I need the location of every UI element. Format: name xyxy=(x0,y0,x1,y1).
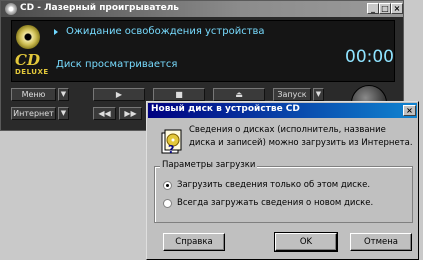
disc-status-text: Диск просматривается xyxy=(56,59,178,70)
minimize-button[interactable]: _ xyxy=(367,3,379,14)
group-label: Параметры загрузки xyxy=(160,160,258,170)
play-button[interactable]: ▶ xyxy=(93,88,145,101)
radio-option-always[interactable]: Всегда загружать сведения о новом диске. xyxy=(163,197,373,209)
close-button[interactable]: × xyxy=(391,3,403,14)
radio-label: Всегда загружать сведения о новом диске. xyxy=(177,198,374,208)
cd-app-icon xyxy=(5,3,17,15)
device-status-text: Ожидание освобождения устройства xyxy=(66,26,265,37)
help-button[interactable]: Справка xyxy=(163,233,225,251)
radio-button-checked[interactable] xyxy=(163,180,172,190)
cd-deluxe-logo: CD DELUXE xyxy=(15,51,49,79)
cd-disc-icon xyxy=(16,25,40,49)
radio-option-this-disc[interactable]: Загрузить сведения только об этом диске. xyxy=(163,179,370,191)
time-display: 00:00 xyxy=(345,47,394,67)
dialog-close-button[interactable]: × xyxy=(403,105,416,116)
player-display: CD DELUXE Ожидание освобождения устройст… xyxy=(11,20,395,82)
download-options-group: Параметры загрузки Загрузить сведения то… xyxy=(154,160,413,223)
options-button[interactable]: Запуск xyxy=(273,88,311,101)
dialog-message: Сведения о дисках (исполнитель, название… xyxy=(189,125,413,148)
svg-text:?: ? xyxy=(168,143,174,155)
options-dropdown-button[interactable]: ▼ xyxy=(313,88,324,101)
radio-button[interactable] xyxy=(163,198,172,208)
logo-cd-text: CD xyxy=(15,51,40,69)
eject-button[interactable]: ⏏ xyxy=(213,88,265,101)
menu-button[interactable]: Меню xyxy=(11,88,56,101)
internet-dropdown-button[interactable]: ▼ xyxy=(58,107,69,120)
status-arrow-icon xyxy=(54,29,58,35)
stop-button[interactable]: ■ xyxy=(153,88,205,101)
internet-button[interactable]: Интернет xyxy=(11,107,56,120)
logo-deluxe-text: DELUXE xyxy=(15,68,49,76)
dialog-title: Новый диск в устройстве CD xyxy=(151,104,300,114)
menu-dropdown-button[interactable]: ▼ xyxy=(58,88,69,101)
new-disc-dialog: Новый диск в устройстве CD × ? Сведения … xyxy=(146,101,419,260)
radio-label: Загрузить сведения только об этом диске. xyxy=(177,180,371,190)
previous-track-button[interactable]: ◀◀ xyxy=(93,107,116,120)
player-titlebar[interactable]: CD - Лазерный проигрыватель _ □ × xyxy=(1,1,403,17)
maximize-button[interactable]: □ xyxy=(379,3,391,14)
player-title: CD - Лазерный проигрыватель xyxy=(20,3,180,13)
download-info-icon: ? xyxy=(161,129,182,155)
ok-button[interactable]: OK xyxy=(274,232,338,252)
next-track-button[interactable]: ▶▶ xyxy=(119,107,142,120)
dialog-titlebar[interactable]: Новый диск в устройстве CD × xyxy=(148,103,417,118)
cancel-button[interactable]: Отмена xyxy=(350,233,412,251)
